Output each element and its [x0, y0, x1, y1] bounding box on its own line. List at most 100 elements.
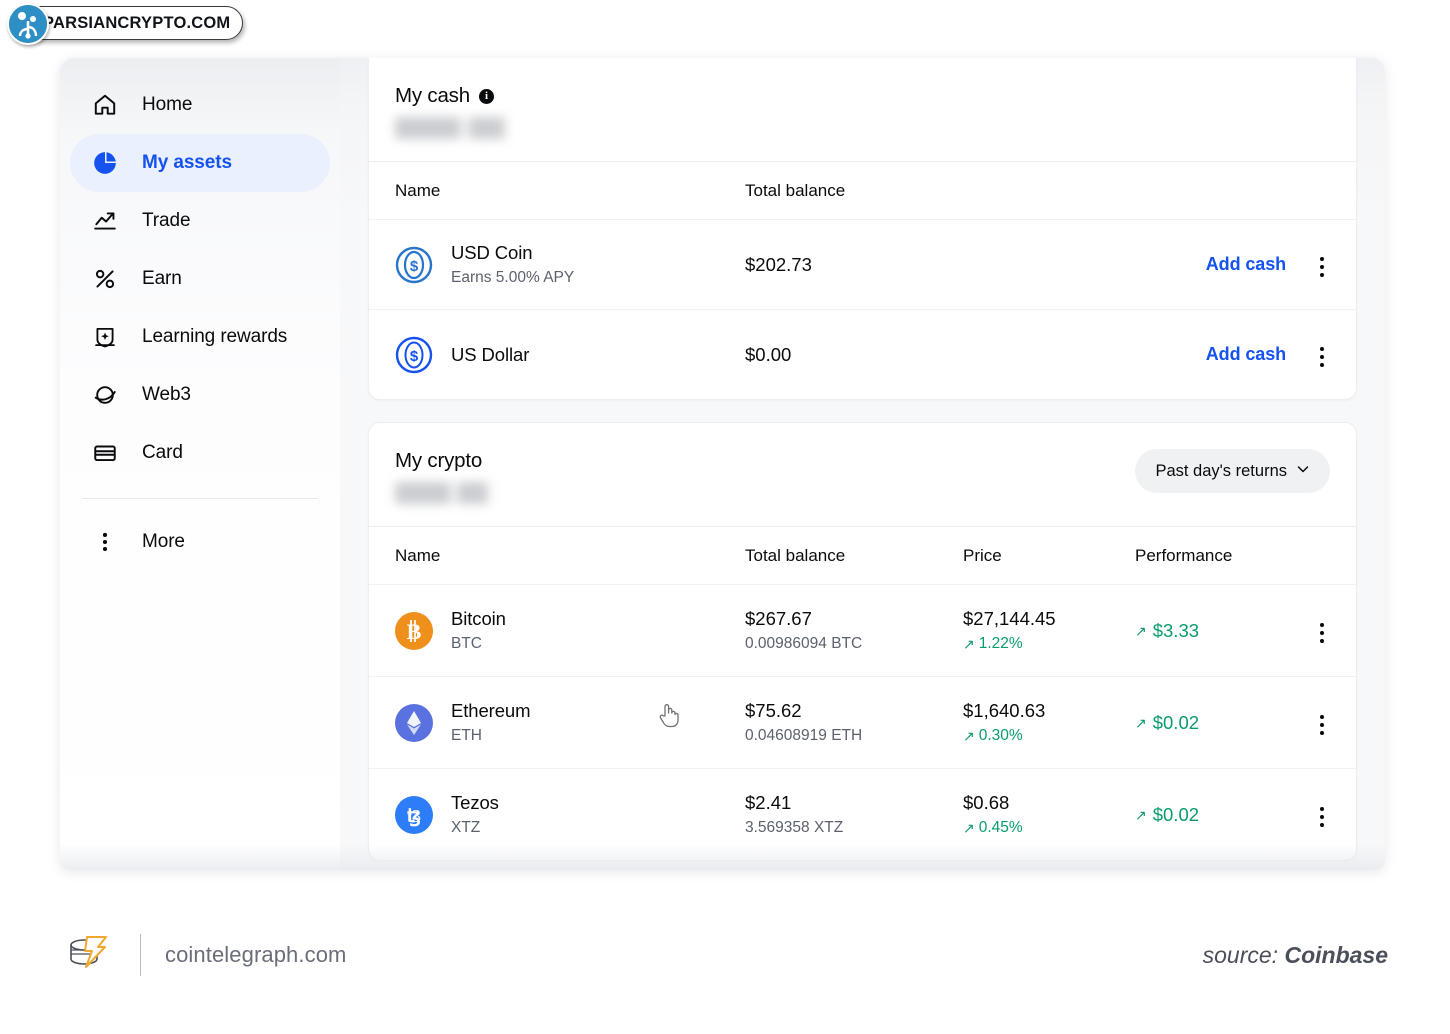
us-dollar-icon: $: [395, 336, 433, 374]
column-header-price: Price: [963, 545, 1002, 565]
asset-apy: Earns 5.00% APY: [451, 269, 575, 286]
sidebar-item-more[interactable]: More: [70, 513, 330, 571]
my-crypto-title: My crypto: [395, 449, 483, 472]
asset-name-cell: ꜩ t3 Tezos XTZ: [395, 792, 745, 837]
total-balance-value: $2.41: [745, 792, 792, 813]
asset-symbol: XTZ: [451, 819, 481, 836]
arrow-up-icon: ↗: [1135, 806, 1147, 823]
row-menu-kebab-icon[interactable]: [1314, 803, 1330, 831]
column-header-total-balance: Total balance: [745, 180, 846, 200]
table-row[interactable]: $ US Dollar $0.00 Add cash: [369, 309, 1356, 399]
asset-amount: 0.00986094 BTC: [745, 635, 863, 652]
asset-name-cell: Ethereum ETH: [395, 700, 745, 745]
planet-icon: [90, 380, 120, 410]
add-cash-button[interactable]: Add cash: [1206, 344, 1286, 365]
sidebar-item-label: Web3: [142, 384, 191, 405]
info-icon[interactable]: i: [478, 88, 494, 104]
my-cash-table-header: Name Total balance: [369, 161, 1356, 219]
sidebar-item-card[interactable]: Card: [70, 424, 330, 482]
table-row[interactable]: $ USD Coin Earns 5.00% APY $202.73 Add c…: [369, 219, 1356, 309]
sidebar-item-my-assets[interactable]: My assets: [70, 134, 330, 192]
asset-amount: 0.04608919 ETH: [745, 727, 863, 744]
chevron-down-icon: [1296, 462, 1310, 481]
row-menu-kebab-icon[interactable]: [1314, 343, 1330, 371]
sidebar-item-label: Learning rewards: [142, 326, 288, 347]
asset-name: Tezos: [451, 792, 499, 813]
my-cash-title-row: My cash i: [395, 84, 1330, 108]
asset-amount: 3.569358 XTZ: [745, 819, 844, 836]
watermark-text: PARSIANCRYPTO.COM: [43, 13, 231, 32]
svg-text:$: $: [410, 348, 419, 365]
sidebar-item-label: Card: [142, 442, 183, 463]
my-crypto-card: My crypto Past day's returns Name Total …: [368, 422, 1357, 861]
row-menu-kebab-icon[interactable]: [1314, 253, 1330, 281]
row-menu-kebab-icon[interactable]: [1314, 619, 1330, 647]
sidebar-divider: [82, 498, 318, 499]
sidebar-item-home[interactable]: Home: [70, 76, 330, 134]
footer-source-name: Coinbase: [1284, 941, 1388, 968]
footer-source-prefix: source:: [1202, 941, 1285, 968]
sidebar: Home My assets Trade Earn Learning rewar…: [60, 58, 340, 870]
svg-text:$: $: [410, 258, 419, 275]
asset-symbol: BTC: [451, 635, 482, 652]
price-change-pct: ↗ 0.30%: [963, 727, 1023, 744]
bitcoin-icon: B: [395, 611, 433, 650]
svg-text:t3: t3: [407, 806, 421, 826]
my-crypto-header: My crypto Past day's returns: [369, 423, 1356, 526]
my-cash-card: My cash i Name Total balance $ USD Coin …: [368, 58, 1357, 400]
page-title: My cash: [395, 84, 470, 107]
screenshot-page: PARSIANCRYPTO.COM Home My assets Trade E…: [0, 0, 1450, 1034]
percent-icon: [90, 264, 120, 294]
pie-chart-icon: [90, 148, 120, 178]
asset-name: USD Coin: [451, 242, 533, 263]
cointelegraph-logo-icon: [62, 927, 114, 984]
footer: cointelegraph.com source: Coinbase: [0, 900, 1450, 1010]
asset-name-cell: $ US Dollar: [395, 336, 745, 374]
price-value: $1,640.63: [963, 700, 1046, 721]
footer-source: source: Coinbase: [1203, 942, 1388, 969]
sidebar-item-label: Earn: [142, 268, 182, 289]
add-cash-button[interactable]: Add cash: [1206, 254, 1286, 275]
price-change-pct: ↗ 1.22%: [963, 635, 1023, 652]
price-change-pct: ↗ 0.45%: [963, 819, 1023, 836]
home-icon: [90, 90, 120, 120]
sidebar-item-label: Home: [142, 94, 193, 115]
arrow-up-icon: ↗: [963, 820, 975, 836]
table-row[interactable]: B Bitcoin BTC $267.67 0.00986094 BTC $27…: [369, 584, 1356, 676]
table-row[interactable]: ꜩ t3 Tezos XTZ $2.41 3.569358 XTZ $0.68 …: [369, 768, 1356, 860]
credit-card-icon: [90, 438, 120, 468]
my-crypto-balance-redacted: [395, 482, 505, 504]
usd-coin-icon: $: [395, 246, 433, 284]
returns-filter-label: Past day's returns: [1155, 461, 1287, 480]
column-header-total-balance: Total balance: [745, 545, 846, 565]
performance-value: ↗ $0.02: [1135, 803, 1200, 825]
sidebar-item-trade[interactable]: Trade: [70, 192, 330, 250]
asset-name-cell: B Bitcoin BTC: [395, 608, 745, 653]
table-row[interactable]: Ethereum ETH $75.62 0.04608919 ETH $1,64…: [369, 676, 1356, 768]
returns-filter-dropdown[interactable]: Past day's returns: [1135, 449, 1330, 493]
sidebar-item-label: Trade: [142, 210, 191, 231]
total-balance-value: $0.00: [745, 343, 792, 365]
sidebar-item-learning-rewards[interactable]: Learning rewards: [70, 308, 330, 366]
performance-value: ↗ $3.33: [1135, 619, 1200, 641]
arrow-up-icon: ↗: [1135, 714, 1147, 731]
asset-symbol: ETH: [451, 727, 482, 744]
app-window: Home My assets Trade Earn Learning rewar…: [60, 58, 1385, 870]
arrow-up-icon: ↗: [963, 728, 975, 744]
asset-name: US Dollar: [451, 343, 530, 365]
my-crypto-table-header: Name Total balance Price Performance: [369, 526, 1356, 584]
total-balance-value: $267.67: [745, 608, 812, 629]
column-header-name: Name: [395, 545, 441, 565]
sidebar-item-web3[interactable]: Web3: [70, 366, 330, 424]
row-menu-kebab-icon[interactable]: [1314, 711, 1330, 739]
sidebar-item-label: My assets: [142, 152, 232, 173]
arrow-up-icon: ↗: [963, 636, 975, 652]
watermark-badge: PARSIANCRYPTO.COM: [7, 3, 244, 45]
tezos-icon: ꜩ t3: [395, 795, 433, 834]
parsian-logo-icon: [7, 3, 49, 45]
asset-name: Bitcoin: [451, 608, 506, 629]
my-cash-balance-redacted: [395, 117, 525, 139]
sidebar-item-earn[interactable]: Earn: [70, 250, 330, 308]
column-header-performance: Performance: [1135, 545, 1233, 565]
footer-site-label: cointelegraph.com: [165, 942, 347, 967]
